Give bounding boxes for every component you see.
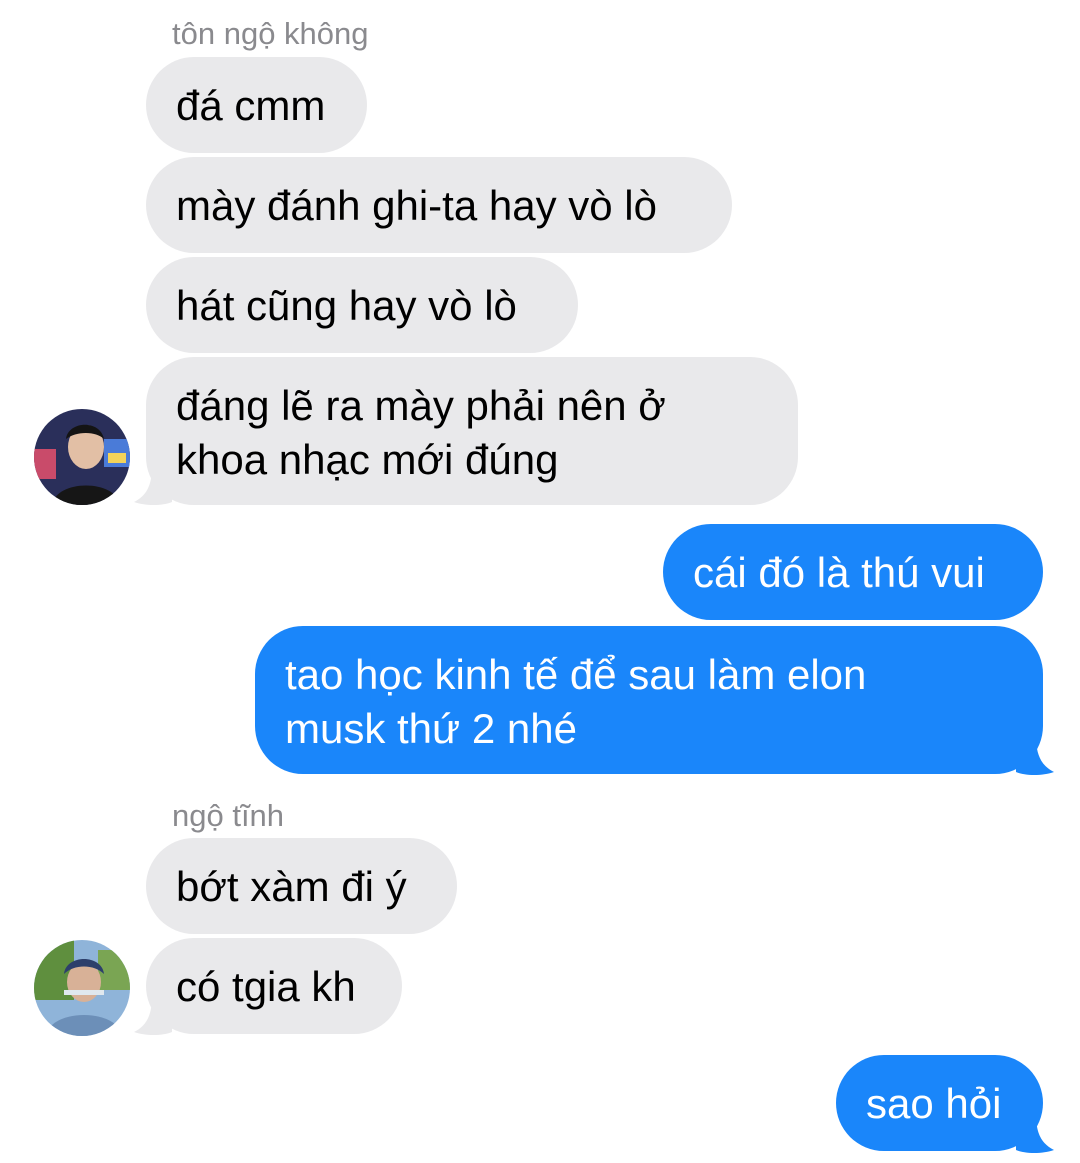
outgoing-message[interactable]: sao hỏi	[836, 1055, 1043, 1151]
bubble-tail-icon	[1016, 1114, 1054, 1153]
incoming-message[interactable]: mày đánh ghi-ta hay vò lò	[146, 157, 732, 253]
incoming-message[interactable]: có tgia kh	[146, 938, 402, 1034]
avatar[interactable]	[34, 409, 130, 505]
message-thread: tôn ngộ không đá cmm mày đánh ghi-ta hay…	[0, 0, 1080, 1163]
incoming-message[interactable]: đáng lẽ ra mày phải nên ở khoa nhạc mới …	[146, 357, 798, 505]
incoming-message[interactable]: bớt xàm đi ý	[146, 838, 457, 934]
bubble-tail-icon	[134, 996, 172, 1035]
avatar-photo-icon	[34, 940, 130, 1036]
bubble-tail-icon	[134, 466, 172, 505]
sender-name: ngộ tĩnh	[172, 798, 285, 833]
sender-name: tôn ngộ không	[172, 16, 369, 51]
incoming-message[interactable]: đá cmm	[146, 57, 367, 153]
avatar-photo-icon	[34, 409, 130, 505]
outgoing-message[interactable]: tao học kinh tế để sau làm elon musk thứ…	[255, 626, 1043, 774]
bubble-tail-icon	[1016, 736, 1054, 775]
avatar[interactable]	[34, 940, 130, 1036]
incoming-message[interactable]: hát cũng hay vò lò	[146, 257, 578, 353]
outgoing-message[interactable]: cái đó là thú vui	[663, 524, 1043, 620]
